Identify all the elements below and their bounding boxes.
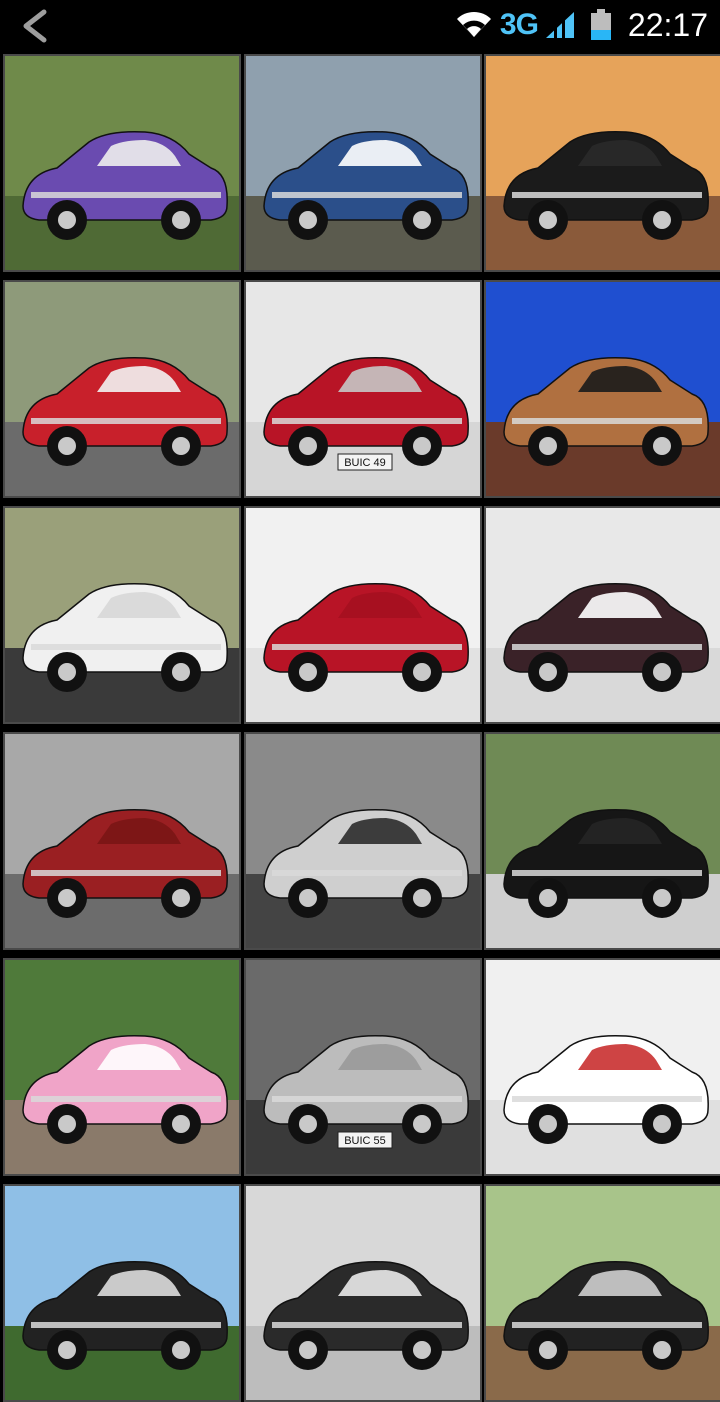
battery-icon [590,9,611,40]
image-gallery-grid: BUIC 49 BUIC 55 [0,50,720,1402]
gallery-thumbnail[interactable] [3,280,241,498]
license-plate-text: BUIC 49 [344,457,386,469]
gallery-thumbnail[interactable]: BUIC 55 [244,958,482,1176]
car-photo-image [5,282,239,496]
gallery-thumbnail[interactable] [3,54,241,272]
car-photo-image [246,508,480,722]
status-indicators: 3G 22:17 [454,0,708,50]
gallery-thumbnail[interactable] [244,54,482,272]
car-photo-image [5,508,239,722]
car-photo-image: BUIC 49 [246,282,480,496]
car-photo-image [486,734,720,948]
car-photo-image [5,1186,239,1400]
car-photo-image [5,56,239,270]
car-photo-image [486,508,720,722]
clock: 22:17 [627,6,708,43]
car-photo-image [5,734,239,948]
back-arrow-icon [23,9,47,43]
car-photo-image [246,56,480,270]
license-plate-text: BUIC 55 [344,1135,386,1147]
gallery-thumbnail[interactable] [3,732,241,950]
gallery-thumbnail[interactable] [484,958,720,1176]
gallery-thumbnail[interactable] [484,506,720,724]
network-type: 3G [499,8,539,41]
gallery-thumbnail[interactable] [3,958,241,1176]
wifi-icon [456,11,491,37]
car-photo-image: BUIC 55 [246,960,480,1174]
car-photo-image [246,734,480,948]
car-photo-image [486,1186,720,1400]
signal-icon [545,12,574,38]
car-photo-image [486,282,720,496]
gallery-thumbnail[interactable] [484,280,720,498]
gallery-thumbnail[interactable]: BUIC 49 [244,280,482,498]
gallery-thumbnail[interactable] [3,506,241,724]
gallery-thumbnail[interactable] [244,732,482,950]
gallery-thumbnail[interactable] [244,1184,482,1402]
gallery-thumbnail[interactable] [484,54,720,272]
back-button[interactable] [16,8,56,44]
gallery-thumbnail[interactable] [484,732,720,950]
car-photo-image [5,960,239,1174]
gallery-thumbnail[interactable] [484,1184,720,1402]
car-photo-image [486,960,720,1174]
status-bar: 3G 22:17 [0,0,720,50]
gallery-thumbnail[interactable] [3,1184,241,1402]
gallery-thumbnail[interactable] [244,506,482,724]
car-photo-image [486,56,720,270]
car-photo-image [246,1186,480,1400]
